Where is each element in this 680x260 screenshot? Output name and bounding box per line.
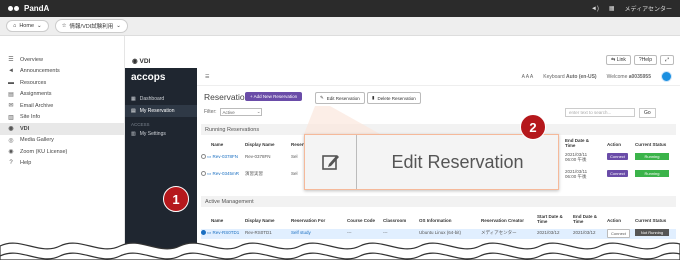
step-badge-2: 2 — [520, 114, 546, 140]
edit-icon — [305, 135, 357, 189]
zoom-callout-label: Edit Reservation — [391, 151, 524, 172]
callout-connector — [304, 106, 380, 134]
zoom-callout: Edit Reservation — [304, 134, 559, 190]
step-badge-1: 1 — [163, 186, 189, 212]
torn-edge — [0, 242, 680, 260]
